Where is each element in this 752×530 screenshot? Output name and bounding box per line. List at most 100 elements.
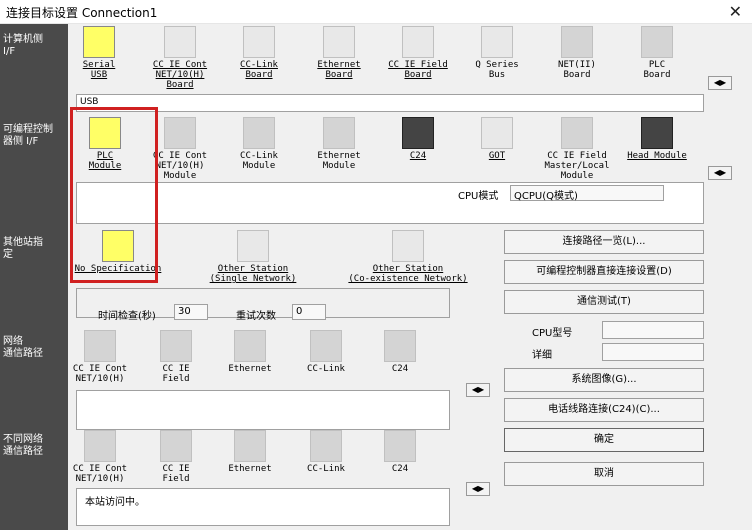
network-route-label: 网络 通信路径	[3, 336, 43, 359]
route-c24[interactable]: C24	[360, 330, 440, 374]
title-bar: 连接目标设置 Connection1 ✕	[0, 0, 752, 24]
route-cc-ie-cont[interactable]: CC IE Cont NET/10(H)	[60, 330, 140, 384]
diff-cc-ie-cont[interactable]: CC IE Cont NET/10(H)	[60, 430, 140, 484]
pc-if-ethernet[interactable]: Ethernet Board	[299, 26, 379, 80]
route-panel	[76, 390, 450, 430]
plc-if-label: 可编程控制 器侧 I/F	[3, 124, 53, 147]
pc-if-plc-board-label: PLC Board	[643, 60, 671, 80]
diff-c24[interactable]: C24	[360, 430, 440, 474]
pc-if-cc-ie-cont[interactable]: CC IE Cont NET/10(H) Board	[140, 26, 220, 90]
plc-if-ethernet[interactable]: Ethernet Module	[299, 117, 379, 171]
cpu-mode-field[interactable]: QCPU(Q模式)	[510, 185, 664, 202]
diff-c24-label: C24	[391, 464, 409, 474]
main-panel: Serial USB CC IE Cont NET/10(H) Board CC…	[68, 24, 752, 530]
comm-test-button[interactable]: 通信测试(T)	[504, 290, 704, 314]
module-icon	[234, 430, 266, 462]
other-coexistence-network[interactable]: Other Station (Co-existence Network)	[333, 230, 483, 284]
module-icon	[84, 430, 116, 462]
cpu-model-label: CPU型号	[532, 328, 573, 339]
plc-if-c24[interactable]: C24	[378, 117, 458, 161]
diff-cc-link-label: CC-Link	[307, 464, 345, 474]
plc-if-head-module-label: Head Module	[627, 151, 687, 161]
pc-if-q-series-bus-label: Q Series Bus	[475, 60, 519, 80]
ok-button[interactable]: 确定	[504, 428, 704, 452]
plc-if-cc-ie-field[interactable]: CC IE Field Master/Local Module	[537, 117, 617, 181]
head-module-icon	[641, 117, 673, 149]
module-icon	[234, 330, 266, 362]
diff-status: 本站访问中。	[85, 497, 145, 508]
pc-if-serial-usb-label: Serial USB	[82, 60, 116, 80]
retry-input[interactable]: 0	[292, 304, 326, 320]
pc-if-net-ii[interactable]: NET(II) Board	[537, 26, 617, 80]
module-icon	[561, 117, 593, 149]
retry-label: 重试次数	[236, 311, 276, 322]
module-icon	[310, 430, 342, 462]
board-icon	[323, 26, 355, 58]
direct-connect-button[interactable]: 可编程控制器直接连接设置(D)	[504, 260, 704, 284]
plc-if-cc-link-label: CC-Link Module	[240, 151, 278, 171]
other-single-network[interactable]: Other Station (Single Network)	[198, 230, 308, 284]
module-icon	[164, 117, 196, 149]
route-cc-link[interactable]: CC-Link	[286, 330, 366, 374]
route-list-button[interactable]: 连接路径一览(L)...	[504, 230, 704, 254]
diff-ethernet-label: Ethernet	[228, 464, 272, 474]
pc-if-serial-usb[interactable]: Serial USB	[59, 26, 139, 80]
module-icon	[84, 330, 116, 362]
time-check-input[interactable]: 30	[174, 304, 208, 320]
plc-if-c24-label: C24	[409, 151, 427, 161]
diff-cc-ie-cont-label: CC IE Cont NET/10(H)	[72, 464, 128, 484]
network-icon	[237, 230, 269, 262]
time-check-label: 时间检查(秒)	[98, 311, 156, 322]
pc-if-ethernet-label: Ethernet Board	[317, 60, 361, 80]
pc-if-status-panel: USB	[76, 94, 704, 112]
detail-field	[602, 343, 704, 361]
sidebar: 计算机侧 I/F 可编程控制 器侧 I/F 其他站指 定 网络 通信路径 不同网…	[0, 24, 68, 530]
board-icon	[164, 26, 196, 58]
plc-if-scroll-arrows[interactable]: ◀▶	[708, 166, 732, 180]
pc-if-label: 计算机侧 I/F	[3, 34, 43, 57]
route-cc-ie-field-label: CC IE Field	[162, 364, 190, 384]
pc-if-status: USB	[80, 97, 99, 107]
pc-if-scroll-arrows[interactable]: ◀▶	[708, 76, 732, 90]
board-icon	[402, 26, 434, 58]
phone-connect-button[interactable]: 电话线路连接(C24)(C)...	[504, 398, 704, 422]
pc-if-cc-ie-field[interactable]: CC IE Field Board	[378, 26, 458, 80]
cancel-button[interactable]: 取消	[504, 462, 704, 486]
bus-icon	[481, 26, 513, 58]
module-icon	[384, 330, 416, 362]
pc-if-net-ii-label: NET(II) Board	[558, 60, 596, 80]
route-cc-ie-cont-label: CC IE Cont NET/10(H)	[72, 364, 128, 384]
pc-if-cc-link[interactable]: CC-Link Board	[219, 26, 299, 80]
diff-cc-link[interactable]: CC-Link	[286, 430, 366, 474]
system-image-button[interactable]: 系统图像(G)...	[504, 368, 704, 392]
c24-module-icon	[402, 117, 434, 149]
route-ethernet[interactable]: Ethernet	[210, 330, 290, 374]
plc-if-got[interactable]: GOT	[457, 117, 537, 161]
window-title: 连接目标设置 Connection1	[6, 6, 158, 20]
route-scroll-arrows[interactable]: ◀▶	[466, 383, 490, 397]
pc-if-q-series-bus[interactable]: Q Series Bus	[457, 26, 537, 80]
diff-status-panel: 本站访问中。	[76, 488, 450, 526]
other-station-label: 其他站指 定	[3, 237, 43, 260]
pc-if-plc-board[interactable]: PLC Board	[617, 26, 697, 80]
plc-if-got-label: GOT	[488, 151, 506, 161]
route-cc-link-label: CC-Link	[307, 364, 345, 374]
module-icon	[243, 117, 275, 149]
cpu-model-field	[602, 321, 704, 339]
highlight-box	[70, 107, 158, 283]
diff-cc-ie-field[interactable]: CC IE Field	[136, 430, 216, 484]
pc-if-cc-ie-cont-label: CC IE Cont NET/10(H) Board	[152, 60, 208, 90]
plc-if-ethernet-label: Ethernet Module	[317, 151, 361, 171]
pc-if-cc-link-label: CC-Link Board	[240, 60, 278, 80]
diff-scroll-arrows[interactable]: ◀▶	[466, 482, 490, 496]
close-icon[interactable]: ✕	[729, 2, 742, 21]
route-c24-label: C24	[391, 364, 409, 374]
diff-ethernet[interactable]: Ethernet	[210, 430, 290, 474]
plc-if-cc-link[interactable]: CC-Link Module	[219, 117, 299, 171]
module-icon	[160, 330, 192, 362]
route-cc-ie-field[interactable]: CC IE Field	[136, 330, 216, 384]
usb-icon	[83, 26, 115, 58]
plc-if-cc-ie-field-label: CC IE Field Master/Local Module	[544, 151, 610, 181]
plc-if-head-module[interactable]: Head Module	[617, 117, 697, 161]
detail-label: 详细	[532, 350, 552, 361]
